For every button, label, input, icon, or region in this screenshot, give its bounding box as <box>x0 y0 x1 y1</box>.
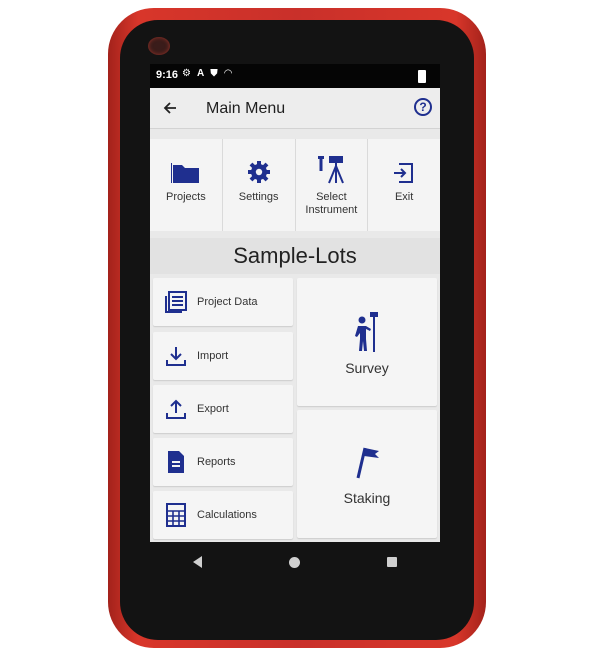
folder-icon <box>170 151 201 185</box>
gear-icon <box>246 151 272 185</box>
help-button[interactable]: ? <box>414 98 432 116</box>
shield-icon: ⛊ <box>210 68 218 79</box>
nav-back-icon[interactable] <box>193 556 203 568</box>
app-screen: 9:16 ⚙ A ⛊ ◠ Main Menu ? Projects Settin… <box>150 64 440 542</box>
tripod-instrument-icon <box>315 151 347 185</box>
export-button[interactable]: Export <box>153 385 293 433</box>
app-bar: Main Menu ? <box>150 88 440 129</box>
survey-label: Survey <box>345 360 389 376</box>
survey-button[interactable]: Survey <box>297 278 437 406</box>
reports-button[interactable]: Reports <box>153 438 293 486</box>
top-toolbar: Projects Settings Select Instrument Exit <box>150 139 440 231</box>
status-icons: ⚙ A ⛊ ◠ <box>182 68 232 79</box>
a-icon: A <box>196 68 205 79</box>
staking-button[interactable]: Staking <box>297 410 437 538</box>
reports-label: Reports <box>197 456 236 468</box>
gear-icon: ⚙ <box>182 68 191 79</box>
report-icon <box>163 450 189 474</box>
project-data-button[interactable]: Project Data <box>153 278 293 326</box>
status-time: 9:16 <box>156 69 179 81</box>
projects-label: Projects <box>166 191 206 203</box>
camera-lens <box>148 37 170 55</box>
export-label: Export <box>197 403 229 415</box>
stake-flag-icon <box>297 444 437 480</box>
select-instrument-button[interactable]: Select Instrument <box>296 139 369 231</box>
document-list-icon <box>163 290 189 314</box>
projects-button[interactable]: Projects <box>150 139 223 231</box>
status-bar: 9:16 ⚙ A ⛊ ◠ <box>150 64 440 88</box>
surveyor-icon <box>297 310 437 352</box>
select-instrument-label: Select Instrument <box>305 191 358 216</box>
battery-icon <box>418 70 426 83</box>
upload-icon <box>163 397 189 421</box>
settings-label: Settings <box>238 191 279 203</box>
calculator-icon <box>163 503 189 527</box>
calculations-button[interactable]: Calculations <box>153 491 293 539</box>
download-icon <box>163 344 189 368</box>
wifi-icon: ◠ <box>223 68 233 79</box>
import-button[interactable]: Import <box>153 332 293 380</box>
staking-label: Staking <box>343 490 391 506</box>
nav-recents-icon[interactable] <box>386 557 397 567</box>
back-button[interactable] <box>158 96 182 120</box>
exit-label: Exit <box>394 191 414 203</box>
settings-button[interactable]: Settings <box>223 139 296 231</box>
arrow-left-icon <box>163 102 176 114</box>
import-label: Import <box>197 350 229 362</box>
exit-button[interactable]: Exit <box>368 139 440 231</box>
page-title: Main Menu <box>206 100 286 117</box>
project-name-title: Sample-Lots <box>150 238 440 274</box>
calculations-label: Calculations <box>197 509 257 521</box>
project-data-label: Project Data <box>197 296 258 308</box>
nav-home-icon[interactable] <box>288 556 300 568</box>
exit-icon <box>392 151 416 185</box>
android-nav-bar <box>150 544 440 580</box>
